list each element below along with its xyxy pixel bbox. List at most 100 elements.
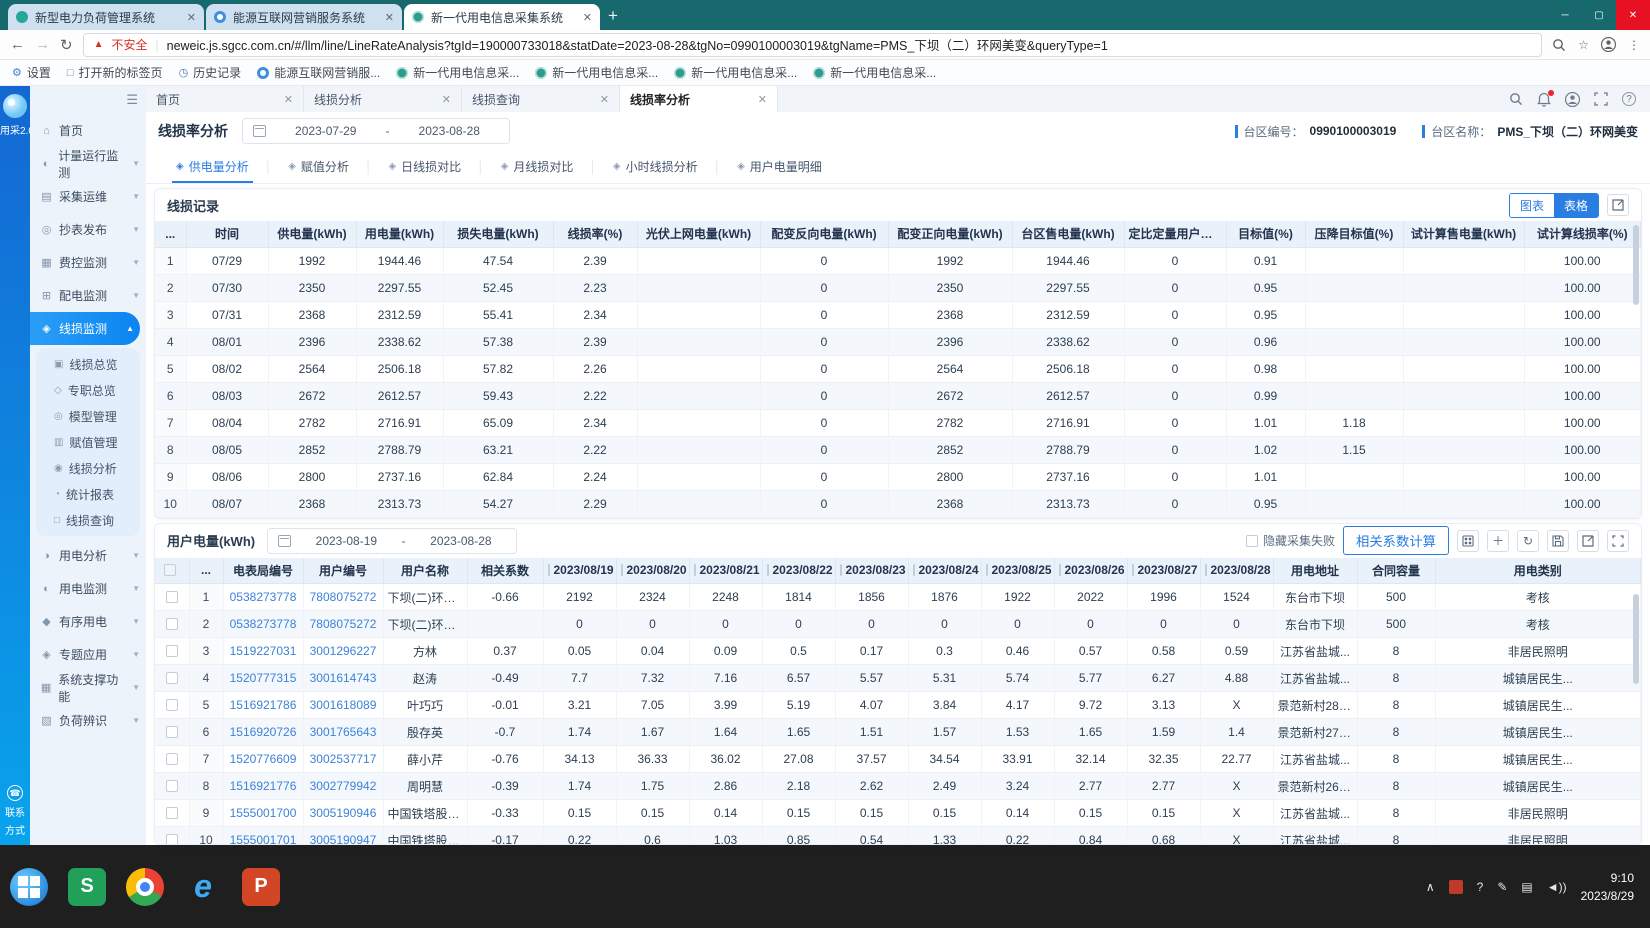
- profile-icon[interactable]: [1601, 37, 1616, 52]
- address-bar[interactable]: ▲ 不安全 | neweic.js.sgcc.com.cn/#/llm/line…: [83, 33, 1543, 57]
- correlation-calc-button[interactable]: 相关系数计算: [1343, 526, 1449, 555]
- column-header[interactable]: 合同容量: [1357, 558, 1435, 584]
- date-column-header[interactable]: 2023/08/21: [689, 558, 762, 584]
- workspace-tab-线损分析[interactable]: 线损分析✕: [304, 86, 462, 112]
- table-row[interactable]: 408/0123962338.6257.382.39023962338.6200…: [155, 328, 1641, 355]
- column-header[interactable]: 用电类别: [1435, 558, 1641, 584]
- date-column-header[interactable]: 2023/08/28: [1200, 558, 1273, 584]
- minimize-icon[interactable]: ─: [1548, 0, 1582, 30]
- bookmark-item[interactable]: 新一代用电信息采...: [396, 64, 519, 81]
- column-header[interactable]: 压降目标值(%): [1305, 221, 1403, 247]
- export-icon[interactable]: [1607, 194, 1629, 216]
- select-all-header[interactable]: [155, 558, 189, 584]
- powerpoint-icon[interactable]: P: [242, 868, 280, 906]
- sidebar-subitem-线损查询[interactable]: □线损查询: [36, 507, 140, 533]
- reload-icon[interactable]: ↻: [60, 36, 73, 54]
- row-checkbox[interactable]: [166, 726, 178, 738]
- refresh-icon[interactable]: ↻: [1517, 530, 1539, 552]
- meter-no-link[interactable]: 1519227031: [223, 638, 303, 665]
- subtab-月线损对比[interactable]: ◈月线损对比: [485, 150, 590, 183]
- column-header[interactable]: 定比定量用户电量(...: [1124, 221, 1226, 247]
- user-no-link[interactable]: 3002537717: [303, 746, 383, 773]
- column-header[interactable]: 用户编号: [303, 558, 383, 584]
- date-column-header[interactable]: 2023/08/24: [908, 558, 981, 584]
- star-icon[interactable]: ☆: [1578, 38, 1589, 52]
- hide-failed-option[interactable]: 隐藏采集失败: [1246, 532, 1335, 549]
- user-date-range-picker[interactable]: 2023-08-19 - 2023-08-28: [267, 528, 517, 554]
- table-row[interactable]: 415207773153001614743赵涛-0.497.77.327.166…: [155, 665, 1641, 692]
- bookmark-item[interactable]: □打开新的标签页: [67, 64, 163, 81]
- tab-close-icon[interactable]: ✕: [187, 11, 196, 24]
- column-header[interactable]: 供电量(kWh): [268, 221, 356, 247]
- column-header[interactable]: 线损率(%): [553, 221, 637, 247]
- user-no-link[interactable]: 7808075272: [303, 611, 383, 638]
- back-icon[interactable]: ←: [10, 36, 25, 53]
- ie-icon[interactable]: e: [184, 868, 222, 906]
- tab-close-icon[interactable]: ✕: [284, 93, 293, 106]
- date-column-checkbox[interactable]: [1132, 564, 1134, 576]
- row-checkbox[interactable]: [166, 645, 178, 657]
- table-row[interactable]: 508/0225642506.1857.822.26025642506.1800…: [155, 355, 1641, 382]
- date-column-header[interactable]: 2023/08/25: [981, 558, 1054, 584]
- search-icon[interactable]: [1509, 92, 1523, 106]
- column-header[interactable]: 相关系数: [467, 558, 543, 584]
- subtab-用户电量明细[interactable]: ◈用户电量明细: [721, 150, 838, 183]
- meter-no-link[interactable]: 1520777315: [223, 665, 303, 692]
- workspace-tab-线损查询[interactable]: 线损查询✕: [462, 86, 620, 112]
- sidebar-item-系统支撑功能[interactable]: ▦系统支撑功能▼: [30, 671, 146, 704]
- table-row[interactable]: 1015550017013005190947中国铁塔股份有...-0.170.2…: [155, 827, 1641, 846]
- tab-close-icon[interactable]: ✕: [385, 11, 394, 24]
- date-column-header[interactable]: 2023/08/26: [1054, 558, 1127, 584]
- table-row[interactable]: 908/0628002737.1662.842.24028002737.1601…: [155, 463, 1641, 490]
- tray-pen-icon[interactable]: ✎: [1497, 880, 1507, 894]
- table-row[interactable]: 307/3123682312.5955.412.34023682312.5900…: [155, 301, 1641, 328]
- meter-no-link[interactable]: 0538273778: [223, 611, 303, 638]
- table-row[interactable]: 708/0427822716.9165.092.34027822716.9101…: [155, 409, 1641, 436]
- hide-failed-checkbox[interactable]: [1246, 535, 1258, 547]
- date-column-header[interactable]: 2023/08/20: [616, 558, 689, 584]
- sidebar-item-负荷辨识[interactable]: ▧负荷辨识▼: [30, 704, 146, 737]
- column-header[interactable]: 用户名称: [383, 558, 467, 584]
- date-column-checkbox[interactable]: [548, 564, 550, 576]
- sidebar-subitem-模型管理[interactable]: ◎模型管理: [36, 403, 140, 429]
- table-row[interactable]: 105382737787808075272下坝(二)环美变-0.66219223…: [155, 584, 1641, 611]
- table-row[interactable]: 808/0528522788.7963.212.22028522788.7901…: [155, 436, 1641, 463]
- forward-icon[interactable]: →: [35, 36, 50, 53]
- date-column-header[interactable]: 2023/08/23: [835, 558, 908, 584]
- table-row[interactable]: 515169217863001618089叶巧巧-0.013.217.053.9…: [155, 692, 1641, 719]
- export-icon[interactable]: [1577, 530, 1599, 552]
- sidebar-item-用电分析[interactable]: ◑用电分析▼: [30, 539, 146, 572]
- new-tab-button[interactable]: +: [608, 6, 618, 26]
- scrollbar-thumb[interactable]: [1633, 594, 1639, 684]
- user-no-link[interactable]: 3001765643: [303, 719, 383, 746]
- column-header[interactable]: 配变反向电量(kWh): [760, 221, 888, 247]
- bell-icon[interactable]: [1537, 92, 1551, 107]
- sidebar-item-抄表发布[interactable]: ◎抄表发布▼: [30, 213, 146, 246]
- table-row[interactable]: 815169217763002779942周明慧-0.391.741.752.8…: [155, 773, 1641, 800]
- subtab-小时线损分析[interactable]: ◈小时线损分析: [597, 150, 714, 183]
- row-checkbox[interactable]: [166, 780, 178, 792]
- maximize-icon[interactable]: ▢: [1582, 0, 1616, 30]
- add-icon[interactable]: ＋: [1487, 530, 1509, 552]
- contact-block[interactable]: ☎ 联系 方式: [5, 785, 25, 837]
- fullscreen-icon[interactable]: [1607, 530, 1629, 552]
- user-no-link[interactable]: 3001618089: [303, 692, 383, 719]
- table-row[interactable]: 615169207263001765643殷存英-0.71.741.671.64…: [155, 719, 1641, 746]
- browser-tab[interactable]: 能源互联网营销服务系统✕: [206, 4, 402, 30]
- meter-no-link[interactable]: 1516920726: [223, 719, 303, 746]
- row-checkbox[interactable]: [166, 807, 178, 819]
- view-toggle-图表[interactable]: 图表: [1510, 194, 1554, 217]
- bookmark-item[interactable]: ⚙设置: [12, 64, 51, 81]
- user-no-link[interactable]: 3001296227: [303, 638, 383, 665]
- zoom-icon[interactable]: [1552, 38, 1566, 52]
- sidebar-item-费控监测[interactable]: ▦费控监测▼: [30, 246, 146, 279]
- date-column-checkbox[interactable]: [1205, 564, 1207, 576]
- tray-expand-icon[interactable]: ∧: [1426, 880, 1435, 894]
- menu-icon[interactable]: ⋮: [1628, 38, 1640, 52]
- user-no-link[interactable]: 3005190947: [303, 827, 383, 846]
- sidebar-subitem-专职总览[interactable]: ◇专职总览: [36, 377, 140, 403]
- date-column-header[interactable]: 2023/08/27: [1127, 558, 1200, 584]
- browser-tab[interactable]: 新一代用电信息采集系统✕: [404, 4, 600, 30]
- tray-help-icon[interactable]: ?: [1477, 880, 1484, 894]
- sidebar-item-有序用电[interactable]: ◆有序用电▼: [30, 605, 146, 638]
